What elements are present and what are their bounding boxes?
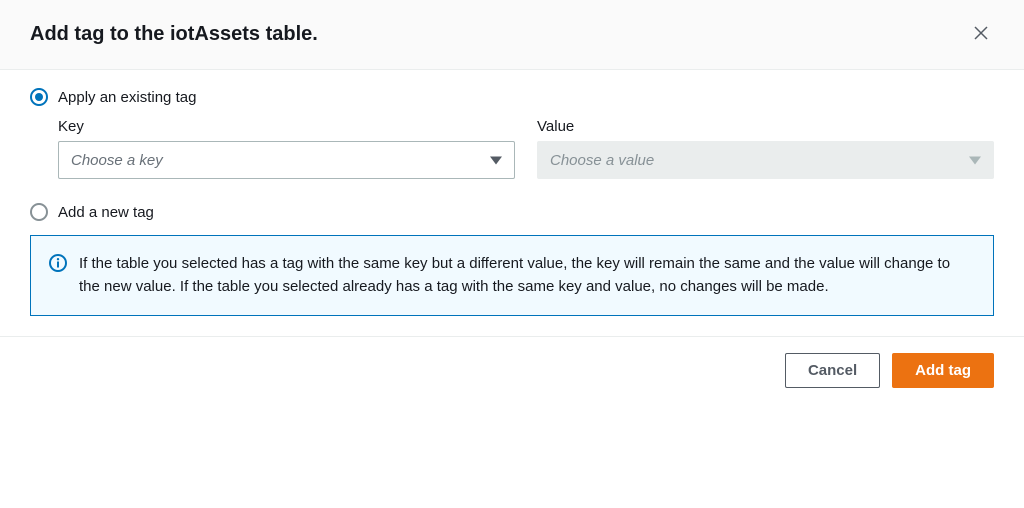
modal-body: Apply an existing tag Key Choose a key V… (0, 70, 1024, 336)
radio-add-new-control[interactable] (30, 203, 48, 221)
info-text: If the table you selected has a tag with… (79, 252, 975, 299)
key-field: Key Choose a key (58, 118, 515, 179)
value-select-placeholder: Choose a value (550, 152, 654, 169)
modal-title: Add tag to the iotAssets table. (30, 23, 318, 46)
cancel-button[interactable]: Cancel (785, 353, 880, 388)
close-button[interactable] (968, 20, 994, 49)
radio-apply-existing-label: Apply an existing tag (58, 89, 196, 106)
radio-group: Apply an existing tag Key Choose a key V… (30, 88, 994, 221)
radio-apply-existing[interactable]: Apply an existing tag (30, 88, 994, 106)
caret-down-icon (490, 152, 502, 169)
info-box: If the table you selected has a tag with… (30, 235, 994, 316)
value-label: Value (537, 118, 994, 135)
radio-dot-icon (35, 93, 43, 101)
modal-footer: Cancel Add tag (0, 336, 1024, 406)
value-select: Choose a value (537, 141, 994, 179)
close-icon (972, 30, 990, 45)
radio-add-new[interactable]: Add a new tag (30, 203, 994, 221)
existing-tag-fields: Key Choose a key Value Choose a value (58, 118, 994, 179)
radio-add-new-label: Add a new tag (58, 204, 154, 221)
key-select-placeholder: Choose a key (71, 152, 163, 169)
add-tag-modal: Add tag to the iotAssets table. Apply an… (0, 0, 1024, 406)
radio-apply-existing-control[interactable] (30, 88, 48, 106)
add-tag-button[interactable]: Add tag (892, 353, 994, 388)
value-field: Value Choose a value (537, 118, 994, 179)
modal-header: Add tag to the iotAssets table. (0, 0, 1024, 70)
caret-down-icon (969, 152, 981, 169)
key-label: Key (58, 118, 515, 135)
info-icon (49, 254, 67, 275)
key-select[interactable]: Choose a key (58, 141, 515, 179)
